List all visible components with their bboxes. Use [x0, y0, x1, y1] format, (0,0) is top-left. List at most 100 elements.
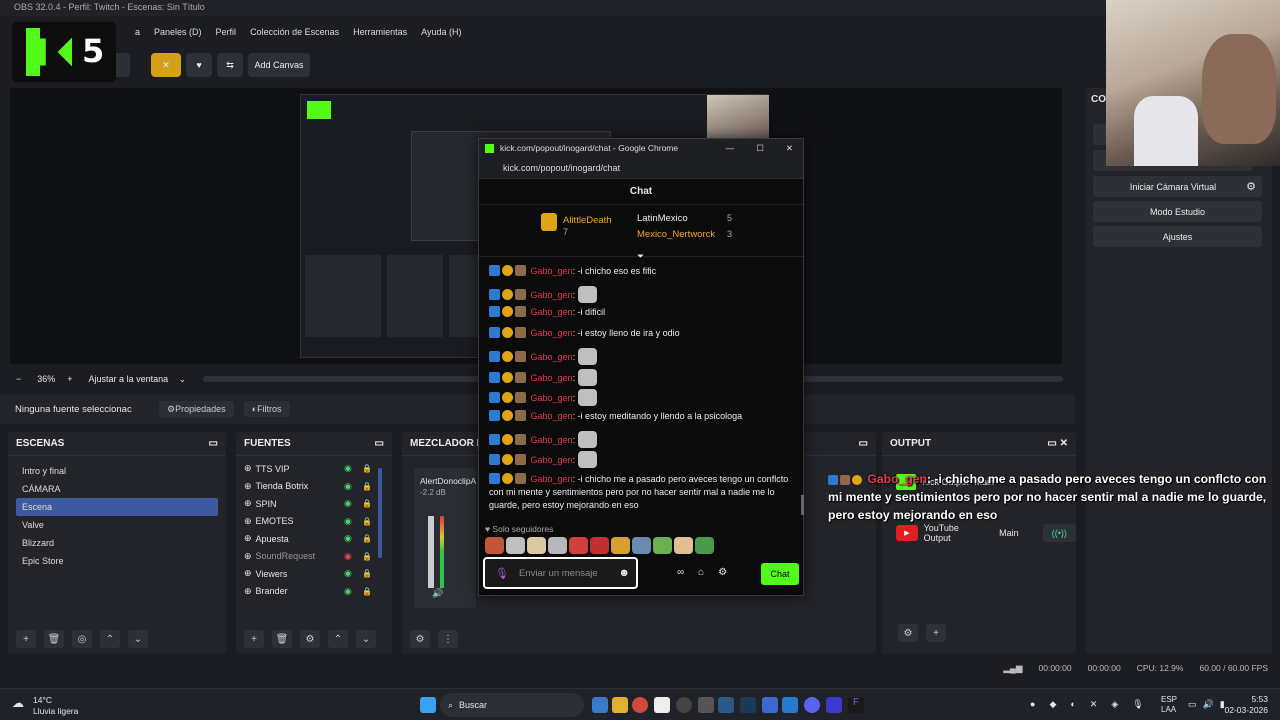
- emote-icon[interactable]: [695, 537, 714, 554]
- mic-icon[interactable]: 🎙: [1132, 699, 1143, 710]
- scene-item[interactable]: Intro y final: [16, 462, 218, 480]
- search-box[interactable]: ⌕ Buscar: [440, 693, 584, 717]
- emote-icon[interactable]: [674, 537, 693, 554]
- emote-icon[interactable]: [611, 537, 630, 554]
- chat-url-bar[interactable]: kick.com/popout/inogard/chat: [479, 157, 803, 179]
- lock-icon[interactable]: 🔒: [362, 587, 376, 596]
- app-icon[interactable]: [654, 697, 670, 713]
- emote-icon[interactable]: [548, 537, 567, 554]
- message-user[interactable]: Gabo_gen: [531, 328, 573, 338]
- emote-icon[interactable]: [569, 537, 588, 554]
- lock-icon[interactable]: 🔒: [362, 552, 376, 561]
- undock-icon[interactable]: ▭: [1047, 438, 1056, 449]
- lock-icon[interactable]: 🔒: [362, 534, 376, 543]
- message-input[interactable]: 🎙 Enviar un mensaje ☻: [483, 557, 638, 589]
- minimize-icon[interactable]: —: [726, 143, 735, 154]
- add-output-button[interactable]: +: [926, 624, 946, 642]
- message-user[interactable]: Gabo_gen: [531, 373, 573, 383]
- lock-icon[interactable]: 🔒: [362, 464, 376, 473]
- lock-icon[interactable]: 🔒: [362, 499, 376, 508]
- app-icon[interactable]: [718, 697, 734, 713]
- scene-filter-icon[interactable]: ◎: [72, 630, 92, 648]
- message-user[interactable]: Gabo_gen: [531, 307, 573, 317]
- language-indicator[interactable]: ESP LAA: [1161, 695, 1177, 715]
- message-user[interactable]: Gabo_gen: [531, 352, 573, 362]
- menu-item-help[interactable]: Ayuda (H): [421, 27, 461, 37]
- zoom-out-button[interactable]: −: [16, 374, 21, 384]
- app-icon[interactable]: F: [848, 697, 864, 713]
- tray-icon[interactable]: ✕: [1090, 699, 1098, 710]
- vertical-scrollbar[interactable]: [801, 495, 804, 515]
- close-icon[interactable]: ✕: [1060, 438, 1068, 449]
- gear-icon[interactable]: ⚙: [898, 624, 918, 642]
- message-user[interactable]: Gabo_gen: [531, 474, 573, 484]
- filters-button[interactable]: ◐Filtros: [243, 401, 290, 417]
- source-item[interactable]: ⊕ Apuesta ◉ 🔒: [236, 530, 376, 548]
- scene-item[interactable]: Epic Store: [16, 552, 218, 570]
- lock-icon[interactable]: 🔒: [362, 517, 376, 526]
- menu-item-view[interactable]: a: [135, 27, 140, 37]
- visibility-icon[interactable]: ◉: [344, 568, 358, 579]
- message-user[interactable]: Gabo_gen: [531, 290, 573, 300]
- close-icon[interactable]: ✕: [786, 143, 793, 154]
- emote-icon[interactable]: [590, 537, 609, 554]
- tools-icon[interactable]: ✕: [151, 53, 181, 77]
- emote-icon[interactable]: [485, 537, 504, 554]
- add-canvas-button[interactable]: Add Canvas: [248, 53, 310, 77]
- maximize-icon[interactable]: ☐: [756, 143, 764, 154]
- visibility-icon[interactable]: ◉: [344, 463, 358, 474]
- source-item[interactable]: ⊕ EMOTES ◉ 🔒: [236, 513, 376, 531]
- app-icon[interactable]: [826, 697, 842, 713]
- undock-icon[interactable]: ▭: [375, 438, 384, 449]
- scene-item[interactable]: Valve: [16, 516, 218, 534]
- taskview-icon[interactable]: [592, 697, 608, 713]
- share-icon[interactable]: ⇆: [217, 53, 243, 77]
- nvidia-icon[interactable]: ◆: [1049, 699, 1056, 710]
- menu-item-docks[interactable]: Paneles (D): [154, 27, 202, 37]
- app-icon[interactable]: [762, 697, 778, 713]
- infinity-icon[interactable]: ∞: [677, 567, 684, 578]
- gear-icon[interactable]: ⚙: [410, 630, 430, 648]
- scene-item[interactable]: CÁMARA: [16, 480, 218, 498]
- message-user[interactable]: Gabo_gen: [531, 435, 573, 445]
- lock-icon[interactable]: 🔒: [362, 482, 376, 491]
- obs-icon[interactable]: [676, 697, 692, 713]
- add-source-button[interactable]: +: [244, 630, 264, 648]
- visibility-icon[interactable]: ◉: [344, 481, 358, 492]
- chrome-icon[interactable]: [632, 697, 648, 713]
- menu-item-scene-collection[interactable]: Colección de Escenas: [250, 27, 339, 37]
- gear-icon[interactable]: ⚙: [1240, 176, 1262, 197]
- source-item[interactable]: ⊕ Viewers ◉ 🔒: [236, 565, 376, 583]
- message-user[interactable]: Gabo_gen: [531, 455, 573, 465]
- properties-button[interactable]: ⚙Propiedades: [159, 400, 234, 418]
- visibility-icon[interactable]: ◉: [344, 551, 358, 562]
- visibility-icon[interactable]: ◉: [344, 516, 358, 527]
- app-icon[interactable]: [698, 697, 714, 713]
- speaker-icon[interactable]: 🔊: [432, 588, 443, 599]
- settings-button[interactable]: Ajustes: [1093, 226, 1262, 247]
- source-item[interactable]: ⊕ TTS VIP ◉ 🔒: [236, 460, 376, 478]
- emote-icon[interactable]: [506, 537, 525, 554]
- network-volume[interactable]: ▭ 🔊 ▮: [1188, 699, 1225, 710]
- source-item[interactable]: ⊕ SPIN ◉ 🔒: [236, 495, 376, 513]
- more-icon[interactable]: ⋮: [438, 630, 458, 648]
- gear-icon[interactable]: ⚙: [718, 567, 727, 578]
- undock-icon[interactable]: ▭: [209, 438, 218, 449]
- broadcast-icon[interactable]: ((•)): [1042, 524, 1076, 542]
- visibility-icon[interactable]: ◉: [344, 586, 358, 597]
- store-icon[interactable]: ⌂: [698, 567, 704, 578]
- scene-item[interactable]: Blizzard: [16, 534, 218, 552]
- app-icon[interactable]: [782, 697, 798, 713]
- filter-icon[interactable]: ⏷: [637, 251, 644, 262]
- studio-mode-button[interactable]: Modo Estudio: [1093, 201, 1262, 222]
- virtual-camera-button[interactable]: Iniciar Cámara Virtual: [1093, 176, 1253, 197]
- message-user[interactable]: Gabo_gen: [531, 411, 573, 421]
- undock-icon[interactable]: ▭: [859, 438, 868, 449]
- tray-icon[interactable]: ◈: [1111, 699, 1118, 710]
- zoom-fit-select[interactable]: Ajustar a la ventana ⌄: [89, 374, 195, 385]
- source-item[interactable]: ⊕ Tienda Botrix ◉ 🔒: [236, 478, 376, 496]
- folder-icon[interactable]: [612, 697, 628, 713]
- emoji-icon[interactable]: ☻: [618, 567, 630, 579]
- visibility-icon[interactable]: ◉: [344, 498, 358, 509]
- clock[interactable]: 5:53 02-03-2026: [1224, 694, 1268, 716]
